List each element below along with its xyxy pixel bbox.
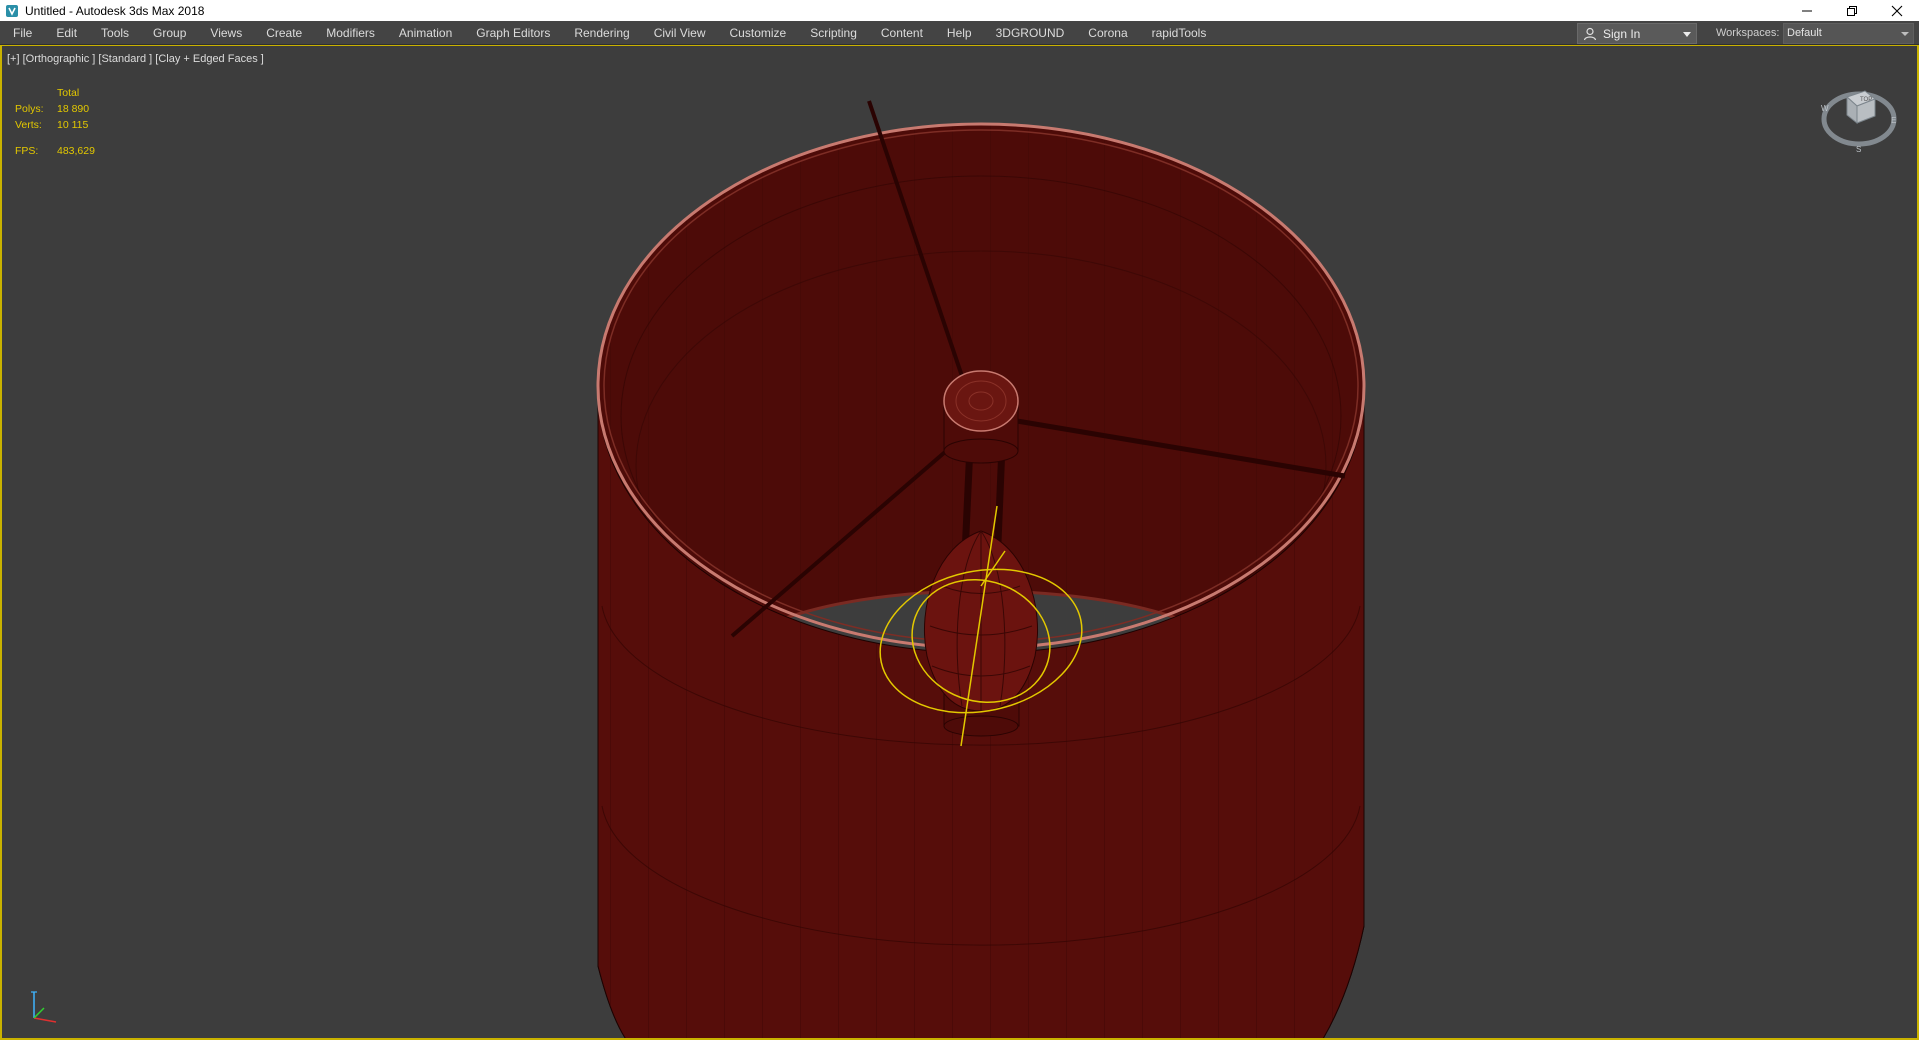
menu-rendering[interactable]: Rendering bbox=[562, 21, 641, 45]
menu-modifiers[interactable]: Modifiers bbox=[314, 21, 387, 45]
close-icon bbox=[1891, 5, 1902, 16]
verts-label: Verts: bbox=[15, 119, 42, 131]
verts-value: 10 115 bbox=[57, 119, 89, 131]
menu-file[interactable]: File bbox=[0, 21, 44, 45]
menu-bar: File Edit Tools Group Views Create Modif… bbox=[0, 21, 1919, 45]
viewport-statistics: Total Polys: 18 890 Verts: 10 115 FPS: 483,… bbox=[15, 85, 95, 159]
chevron-down-icon bbox=[1683, 32, 1691, 37]
close-button[interactable] bbox=[1874, 0, 1919, 21]
restore-icon bbox=[1846, 5, 1857, 16]
axis-tripod-icon bbox=[31, 991, 57, 1023]
polys-label: Polys: bbox=[15, 103, 44, 115]
workspaces-dropdown[interactable]: Default bbox=[1783, 23, 1914, 44]
menu-corona[interactable]: Corona bbox=[1076, 21, 1139, 45]
menu-create[interactable]: Create bbox=[254, 21, 314, 45]
minimize-button[interactable] bbox=[1784, 0, 1829, 21]
stats-header: Total bbox=[57, 87, 80, 99]
fps-label: FPS: bbox=[15, 145, 39, 157]
3dsmax-icon bbox=[6, 4, 18, 17]
menu-customize[interactable]: Customize bbox=[718, 21, 799, 45]
workspaces-value: Default bbox=[1787, 27, 1822, 39]
viewport-label[interactable]: [+] [Orthographic ] [Standard ] [Clay + … bbox=[7, 53, 264, 65]
window-title: Untitled - Autodesk 3ds Max 2018 bbox=[25, 3, 205, 18]
svg-text:TOP: TOP bbox=[1860, 97, 1872, 103]
menu-help[interactable]: Help bbox=[935, 21, 984, 45]
workspaces-label: Workspaces: bbox=[1716, 27, 1780, 39]
viewport-orthographic[interactable]: [+] [Orthographic ] [Standard ] [Clay + … bbox=[0, 45, 1919, 1040]
menu-views[interactable]: Views bbox=[198, 21, 254, 45]
menu-rapidtools[interactable]: rapidTools bbox=[1140, 21, 1219, 45]
menu-group[interactable]: Group bbox=[141, 21, 198, 45]
menu-content[interactable]: Content bbox=[869, 21, 935, 45]
lamp-top-hub[interactable] bbox=[943, 370, 1019, 464]
polys-value: 18 890 bbox=[57, 103, 90, 115]
scene-canvas[interactable] bbox=[2, 46, 1919, 1040]
user-icon bbox=[1583, 27, 1597, 40]
svg-text:S: S bbox=[1856, 145, 1861, 154]
menu-graph-editors[interactable]: Graph Editors bbox=[464, 21, 562, 45]
minimize-icon bbox=[1801, 10, 1812, 11]
menu-tools[interactable]: Tools bbox=[89, 21, 141, 45]
svg-text:E: E bbox=[1891, 116, 1896, 125]
fps-value: 483,629 bbox=[57, 145, 95, 157]
restore-button[interactable] bbox=[1829, 0, 1874, 21]
svg-text:W: W bbox=[1821, 104, 1829, 113]
menu-scripting[interactable]: Scripting bbox=[798, 21, 869, 45]
menu-civil-view[interactable]: Civil View bbox=[642, 21, 718, 45]
sign-in-button[interactable]: Sign In bbox=[1577, 23, 1697, 44]
viewcube-icon[interactable]: TOP S E W bbox=[1819, 79, 1899, 157]
menu-animation[interactable]: Animation bbox=[387, 21, 464, 45]
sign-in-label: Sign In bbox=[1603, 26, 1641, 41]
title-bar: Untitled - Autodesk 3ds Max 2018 bbox=[0, 0, 1919, 21]
menu-3dground[interactable]: 3DGROUND bbox=[984, 21, 1077, 45]
menu-edit[interactable]: Edit bbox=[44, 21, 89, 45]
chevron-down-icon bbox=[1901, 32, 1909, 36]
